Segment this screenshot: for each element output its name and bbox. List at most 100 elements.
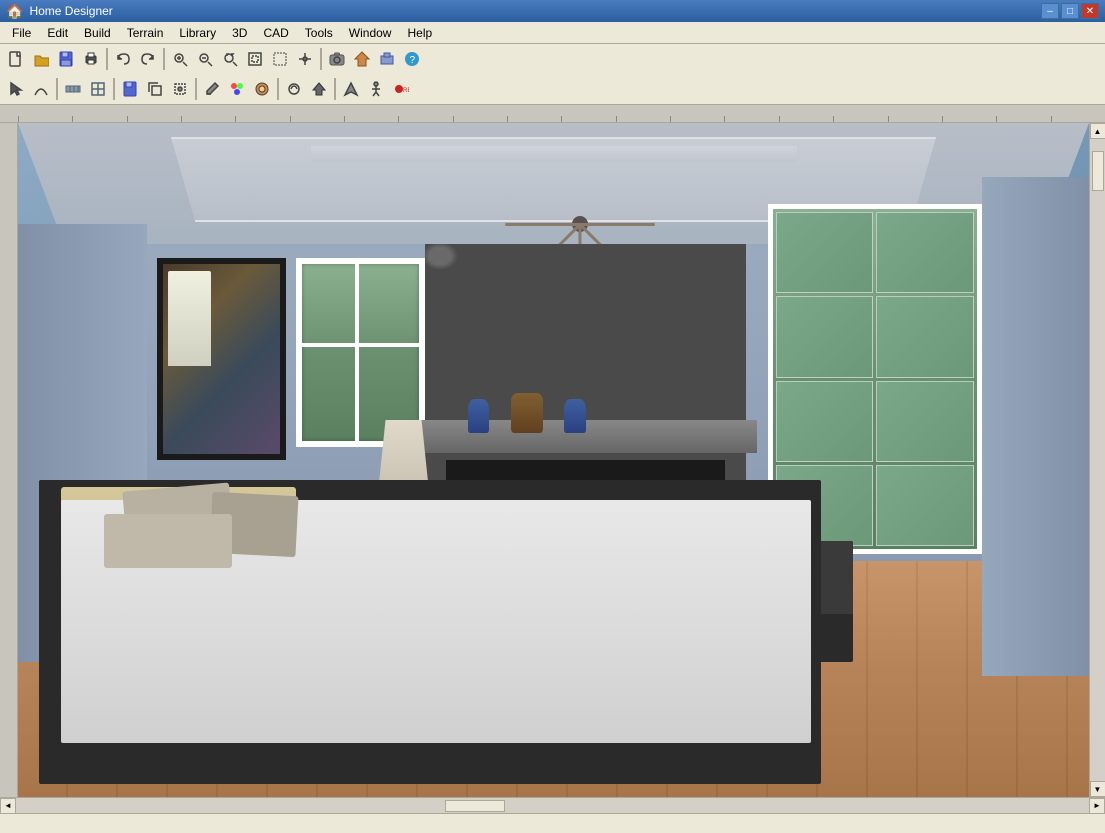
- toolbar-2: REC: [0, 74, 1105, 104]
- door-pane: [776, 296, 874, 377]
- wall-tool[interactable]: [61, 77, 85, 101]
- rec-button[interactable]: REC: [389, 77, 413, 101]
- vase-1: [468, 399, 489, 433]
- undo-button[interactable]: [111, 47, 135, 71]
- window-controls: – □ ✕: [1041, 3, 1099, 19]
- zoom-out-button[interactable]: [193, 47, 217, 71]
- toolbar-1: ?: [0, 44, 1105, 74]
- menu-file[interactable]: File: [4, 24, 39, 42]
- ruler-tick: [181, 116, 235, 122]
- separator-5: [113, 78, 115, 100]
- wall-right: [982, 177, 1089, 676]
- maximize-button[interactable]: □: [1061, 3, 1079, 19]
- arc-tool[interactable]: [29, 77, 53, 101]
- ruler-tick: [833, 116, 887, 122]
- separator-6: [195, 78, 197, 100]
- separator-1: [106, 48, 108, 70]
- vertical-scrollbar: ▲ ▼: [1089, 123, 1105, 797]
- scroll-down-button[interactable]: ▼: [1090, 781, 1105, 797]
- move-tool[interactable]: [168, 77, 192, 101]
- door-pane: [776, 212, 874, 293]
- separator-3: [320, 48, 322, 70]
- material-tool[interactable]: [250, 77, 274, 101]
- select-button[interactable]: [268, 47, 292, 71]
- window-left: [296, 258, 425, 447]
- ruler-tick: [453, 116, 507, 122]
- copy-tool[interactable]: [143, 77, 167, 101]
- ruler-tick: [888, 116, 942, 122]
- zoom-in-button[interactable]: [168, 47, 192, 71]
- title-bar: 🏠 Home Designer – □ ✕: [0, 0, 1105, 22]
- vase-2: [511, 393, 543, 433]
- ruler-tick: [996, 116, 1050, 122]
- menu-tools[interactable]: Tools: [297, 24, 341, 42]
- svg-text:REC: REC: [403, 88, 409, 94]
- redo-button[interactable]: [136, 47, 160, 71]
- walk-tool[interactable]: [364, 77, 388, 101]
- door-pane: [876, 296, 974, 377]
- question-button[interactable]: ?: [400, 47, 424, 71]
- pencil-tool[interactable]: [200, 77, 224, 101]
- door-pane: [776, 381, 874, 462]
- ruler-tick: [942, 116, 996, 122]
- color-tool[interactable]: [225, 77, 249, 101]
- scroll-thumb[interactable]: [1092, 151, 1104, 191]
- ruler-tick: [18, 116, 72, 122]
- menu-bar: File Edit Build Terrain Library 3D CAD T…: [0, 22, 1105, 44]
- canvas-area[interactable]: [18, 123, 1089, 797]
- zoom-extend-button[interactable]: [218, 47, 242, 71]
- top-ruler: [0, 105, 1105, 123]
- open-button[interactable]: [29, 47, 53, 71]
- separator-7: [277, 78, 279, 100]
- print-button[interactable]: [79, 47, 103, 71]
- ruler-tick: [670, 116, 724, 122]
- minimize-button[interactable]: –: [1041, 3, 1059, 19]
- navigate-tool[interactable]: [339, 77, 363, 101]
- fan-blade-4: [505, 223, 655, 226]
- wall-sconce: [168, 271, 211, 365]
- hscroll-thumb[interactable]: [445, 800, 505, 812]
- ruler-tick: [344, 116, 398, 122]
- hscroll-track[interactable]: [16, 798, 1089, 813]
- up-arrow-tool[interactable]: [307, 77, 331, 101]
- save-button[interactable]: [54, 47, 78, 71]
- svg-text:?: ?: [410, 55, 416, 66]
- menu-3d[interactable]: 3D: [224, 24, 255, 42]
- ruler-tick: [127, 116, 181, 122]
- ruler-tick: [616, 116, 670, 122]
- scroll-up-button[interactable]: ▲: [1090, 123, 1105, 139]
- ruler-tick: [507, 116, 561, 122]
- door-pane: [876, 381, 974, 462]
- ruler-tick: [398, 116, 452, 122]
- new-button[interactable]: [4, 47, 28, 71]
- room-tool[interactable]: [86, 77, 110, 101]
- pan-button[interactable]: [293, 47, 317, 71]
- menu-terrain[interactable]: Terrain: [119, 24, 172, 42]
- fit-button[interactable]: [243, 47, 267, 71]
- select-tool[interactable]: [4, 77, 28, 101]
- camera-button[interactable]: [325, 47, 349, 71]
- save2-tool[interactable]: [118, 77, 142, 101]
- separator-4: [56, 78, 58, 100]
- ruler-tick: [561, 116, 615, 122]
- menu-cad[interactable]: CAD: [255, 24, 296, 42]
- menu-edit[interactable]: Edit: [39, 24, 76, 42]
- ruler-tick: [290, 116, 344, 122]
- menu-build[interactable]: Build: [76, 24, 119, 42]
- status-bar: [0, 813, 1105, 833]
- horizontal-scrollbar: ◄ ►: [0, 797, 1105, 813]
- close-button[interactable]: ✕: [1081, 3, 1099, 19]
- scroll-track[interactable]: [1090, 139, 1105, 781]
- fireplace-mantle: [414, 420, 757, 454]
- menu-window[interactable]: Window: [341, 24, 400, 42]
- house-button[interactable]: [350, 47, 374, 71]
- main-area: ▲ ▼: [0, 123, 1105, 797]
- menu-library[interactable]: Library: [171, 24, 224, 42]
- left-ruler: [0, 123, 18, 797]
- menu-help[interactable]: Help: [399, 24, 440, 42]
- floor-button[interactable]: [375, 47, 399, 71]
- door-pane: [876, 465, 974, 546]
- pillow-3: [104, 514, 233, 568]
- dimension-tool[interactable]: [282, 77, 306, 101]
- app-icon: 🏠: [6, 3, 23, 20]
